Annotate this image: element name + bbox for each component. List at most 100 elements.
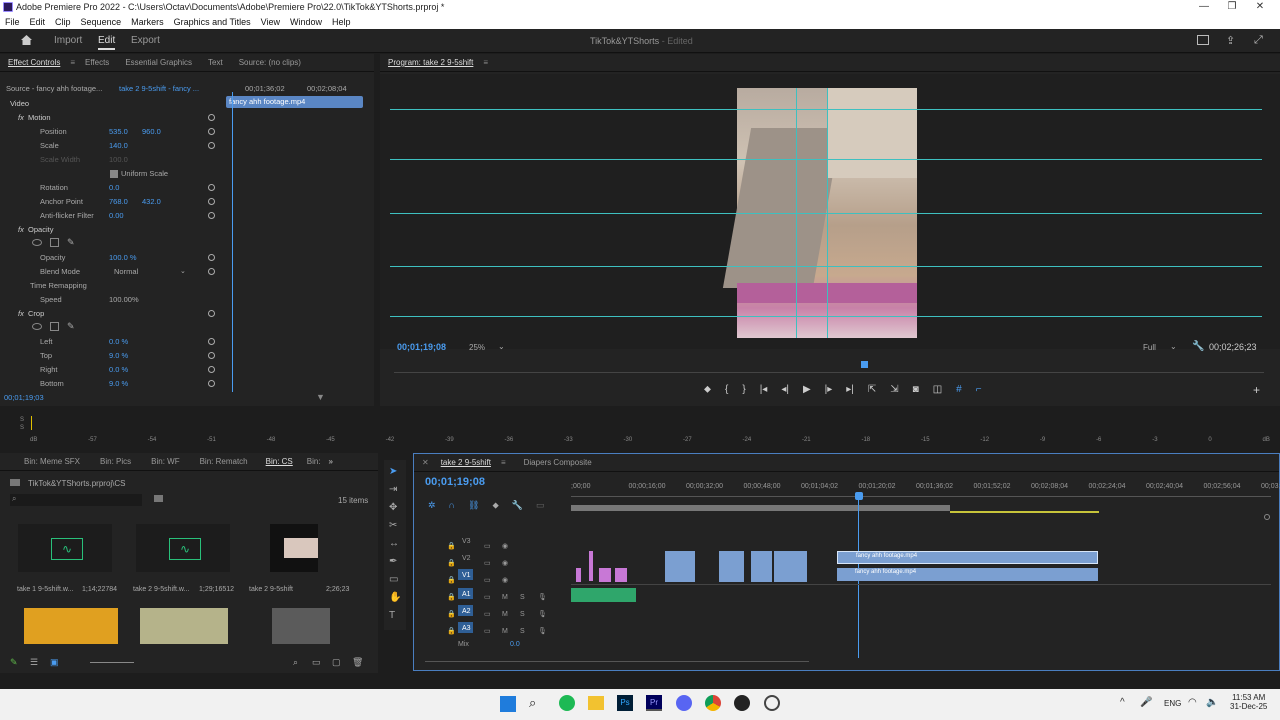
compare-icon[interactable]: ◫	[933, 384, 942, 395]
tab-bin-wf[interactable]: Bin: WF	[141, 457, 189, 466]
program-timecode[interactable]: 00;01;19;08	[397, 342, 446, 352]
proxy-icon[interactable]: ⌐	[976, 384, 982, 395]
chevron-down-icon[interactable]: ⌄	[498, 342, 505, 351]
program-title[interactable]: Program: take 2 9-5shift	[380, 58, 481, 67]
pen-mask-icon[interactable]: ✎	[67, 321, 75, 332]
lift-icon[interactable]: ⇱	[868, 384, 876, 395]
timeline-ruler[interactable]: ;00;00 00;00;16;00 00;00;32;00 00;00;48;00 0…	[571, 483, 1280, 495]
clip-audio[interactable]	[571, 588, 636, 602]
photoshop-icon[interactable]: Ps	[617, 695, 633, 711]
tab-bin-meme-sfx[interactable]: Bin: Meme SFX	[0, 457, 90, 466]
type-tool-icon[interactable]: T	[389, 610, 395, 621]
crop-bottom-value[interactable]: 9.0 %	[109, 379, 128, 393]
bin-search-input[interactable]	[10, 494, 142, 506]
razor-tool-icon[interactable]: ✂	[389, 520, 397, 531]
menu-window[interactable]: Window	[285, 15, 327, 29]
rotation-value[interactable]: 0.0	[109, 183, 119, 197]
timeline-zoom-scrollbar[interactable]	[425, 661, 809, 662]
anchor-y[interactable]: 432.0	[142, 197, 161, 211]
ec-timecode[interactable]: 00;01;19;03	[4, 393, 44, 407]
mark-out-icon[interactable]: }	[742, 384, 745, 395]
uniform-scale-checkbox[interactable]	[110, 170, 118, 178]
source-label[interactable]: Source - fancy ahh footage...	[6, 84, 102, 98]
selection-tool-icon[interactable]: ➤	[389, 466, 397, 477]
filter-icon[interactable]: ▼	[316, 392, 325, 402]
chrome-icon[interactable]	[705, 695, 721, 711]
program-scrubber[interactable]	[394, 372, 1264, 373]
clock[interactable]: 11:53 AM 31-Dec-25	[1230, 693, 1267, 711]
clip-fancy-footage-v2[interactable]: fancy ahh footage.mp4	[837, 551, 1098, 564]
reset-icon[interactable]	[208, 198, 215, 205]
tab-effect-controls[interactable]: Effect Controls	[0, 58, 68, 67]
premiere-icon[interactable]: Pr	[646, 695, 662, 711]
reset-icon[interactable]	[208, 128, 215, 135]
menu-graphics[interactable]: Graphics and Titles	[169, 15, 256, 29]
wrench-icon[interactable]: 🔧	[1192, 341, 1204, 352]
menu-edit[interactable]: Edit	[25, 15, 51, 29]
reset-icon[interactable]	[208, 268, 215, 275]
track-eye-icons[interactable]: ◉ ◉ ◉ M M M	[502, 538, 508, 640]
mark-in-icon[interactable]: {	[725, 384, 728, 395]
track-a2-label[interactable]: A2	[462, 608, 471, 615]
reset-icon[interactable]	[208, 114, 215, 121]
close-icon[interactable]: ✕	[1250, 1, 1270, 12]
ellipse-mask-icon[interactable]	[32, 323, 42, 330]
clock-app-icon[interactable]	[734, 695, 750, 711]
nest-icon[interactable]: ✲	[428, 500, 436, 511]
menu-file[interactable]: File	[0, 15, 25, 29]
bin-item-thumb[interactable]	[270, 524, 318, 572]
panel-menu-icon[interactable]: ≡	[68, 58, 77, 67]
menu-sequence[interactable]: Sequence	[76, 15, 127, 29]
panel-menu-icon[interactable]: ≡	[481, 58, 490, 67]
crop-left-value[interactable]: 0.0 %	[109, 337, 128, 351]
close-icon[interactable]: ✕	[414, 458, 433, 467]
mix-value[interactable]: 0.0	[510, 641, 520, 648]
ripple-edit-tool-icon[interactable]: ✥	[389, 502, 397, 513]
new-item-icon[interactable]: ▢	[332, 657, 341, 668]
zoom-select[interactable]: 25%	[469, 343, 485, 352]
position-x[interactable]: 535.0	[109, 127, 128, 141]
language-indicator[interactable]: ENG	[1164, 699, 1181, 708]
sequence-label[interactable]: take 2 9-5shift - fancy ...	[119, 84, 199, 98]
clip-video[interactable]	[719, 551, 744, 582]
search-icon[interactable]: ⌕	[529, 695, 536, 711]
clip-purple[interactable]	[615, 568, 627, 582]
opacity-value[interactable]: 100.0 %	[109, 253, 137, 267]
tab-sequence-diapers[interactable]: Diapers Composite	[508, 458, 608, 467]
wifi-icon[interactable]: ◠	[1188, 697, 1197, 708]
add-marker-icon[interactable]: ⬥	[492, 500, 498, 511]
bin-item-thumb[interactable]	[272, 608, 330, 644]
chevron-down-icon[interactable]: ⌄	[1170, 342, 1177, 351]
anchor-x[interactable]: 768.0	[109, 197, 128, 211]
clip-video[interactable]	[751, 551, 772, 582]
crop-top-value[interactable]: 9.0 %	[109, 351, 128, 365]
add-button-icon[interactable]: +	[1253, 383, 1260, 397]
new-folder-icon[interactable]: ▭	[312, 657, 321, 668]
track-v1-label[interactable]: V1	[462, 572, 471, 579]
hand-tool-icon[interactable]: ✋	[389, 592, 401, 603]
snap-icon[interactable]: ∩	[449, 500, 455, 511]
rect-mask-icon[interactable]	[50, 238, 59, 247]
slip-tool-icon[interactable]: ↔	[389, 538, 399, 549]
tab-bin-cs[interactable]: Bin: CS	[258, 457, 301, 466]
pencil-icon[interactable]: ✎	[10, 657, 18, 668]
step-back-icon[interactable]: ◂|	[781, 384, 789, 395]
clip-purple[interactable]	[589, 551, 593, 581]
discord-icon[interactable]	[676, 695, 692, 711]
menu-view[interactable]: View	[256, 15, 285, 29]
tab-source[interactable]: Source: (no clips)	[231, 58, 309, 67]
clip-fancy-footage-v1[interactable]: fancy ahh footage.mp4	[837, 568, 1098, 581]
tab-text[interactable]: Text	[200, 58, 231, 67]
tab-effects[interactable]: Effects	[77, 58, 117, 67]
track-select-tool-icon[interactable]: ⇥	[389, 484, 397, 495]
layout-icon[interactable]	[1197, 35, 1209, 45]
tab-essential-graphics[interactable]: Essential Graphics	[117, 58, 200, 67]
mic-icon[interactable]: 🎙 🎙 🎙	[538, 589, 547, 640]
start-icon[interactable]	[500, 696, 516, 712]
timeline-settings-icon[interactable]: 🔧	[512, 500, 523, 511]
antiflicker-value[interactable]: 0.00	[109, 211, 124, 225]
linked-selection-icon[interactable]: ⛓	[468, 500, 479, 511]
bin-item-thumb[interactable]: ∿	[136, 524, 230, 572]
clip-video[interactable]	[774, 551, 807, 582]
share-icon[interactable]: ⇪	[1226, 34, 1238, 47]
